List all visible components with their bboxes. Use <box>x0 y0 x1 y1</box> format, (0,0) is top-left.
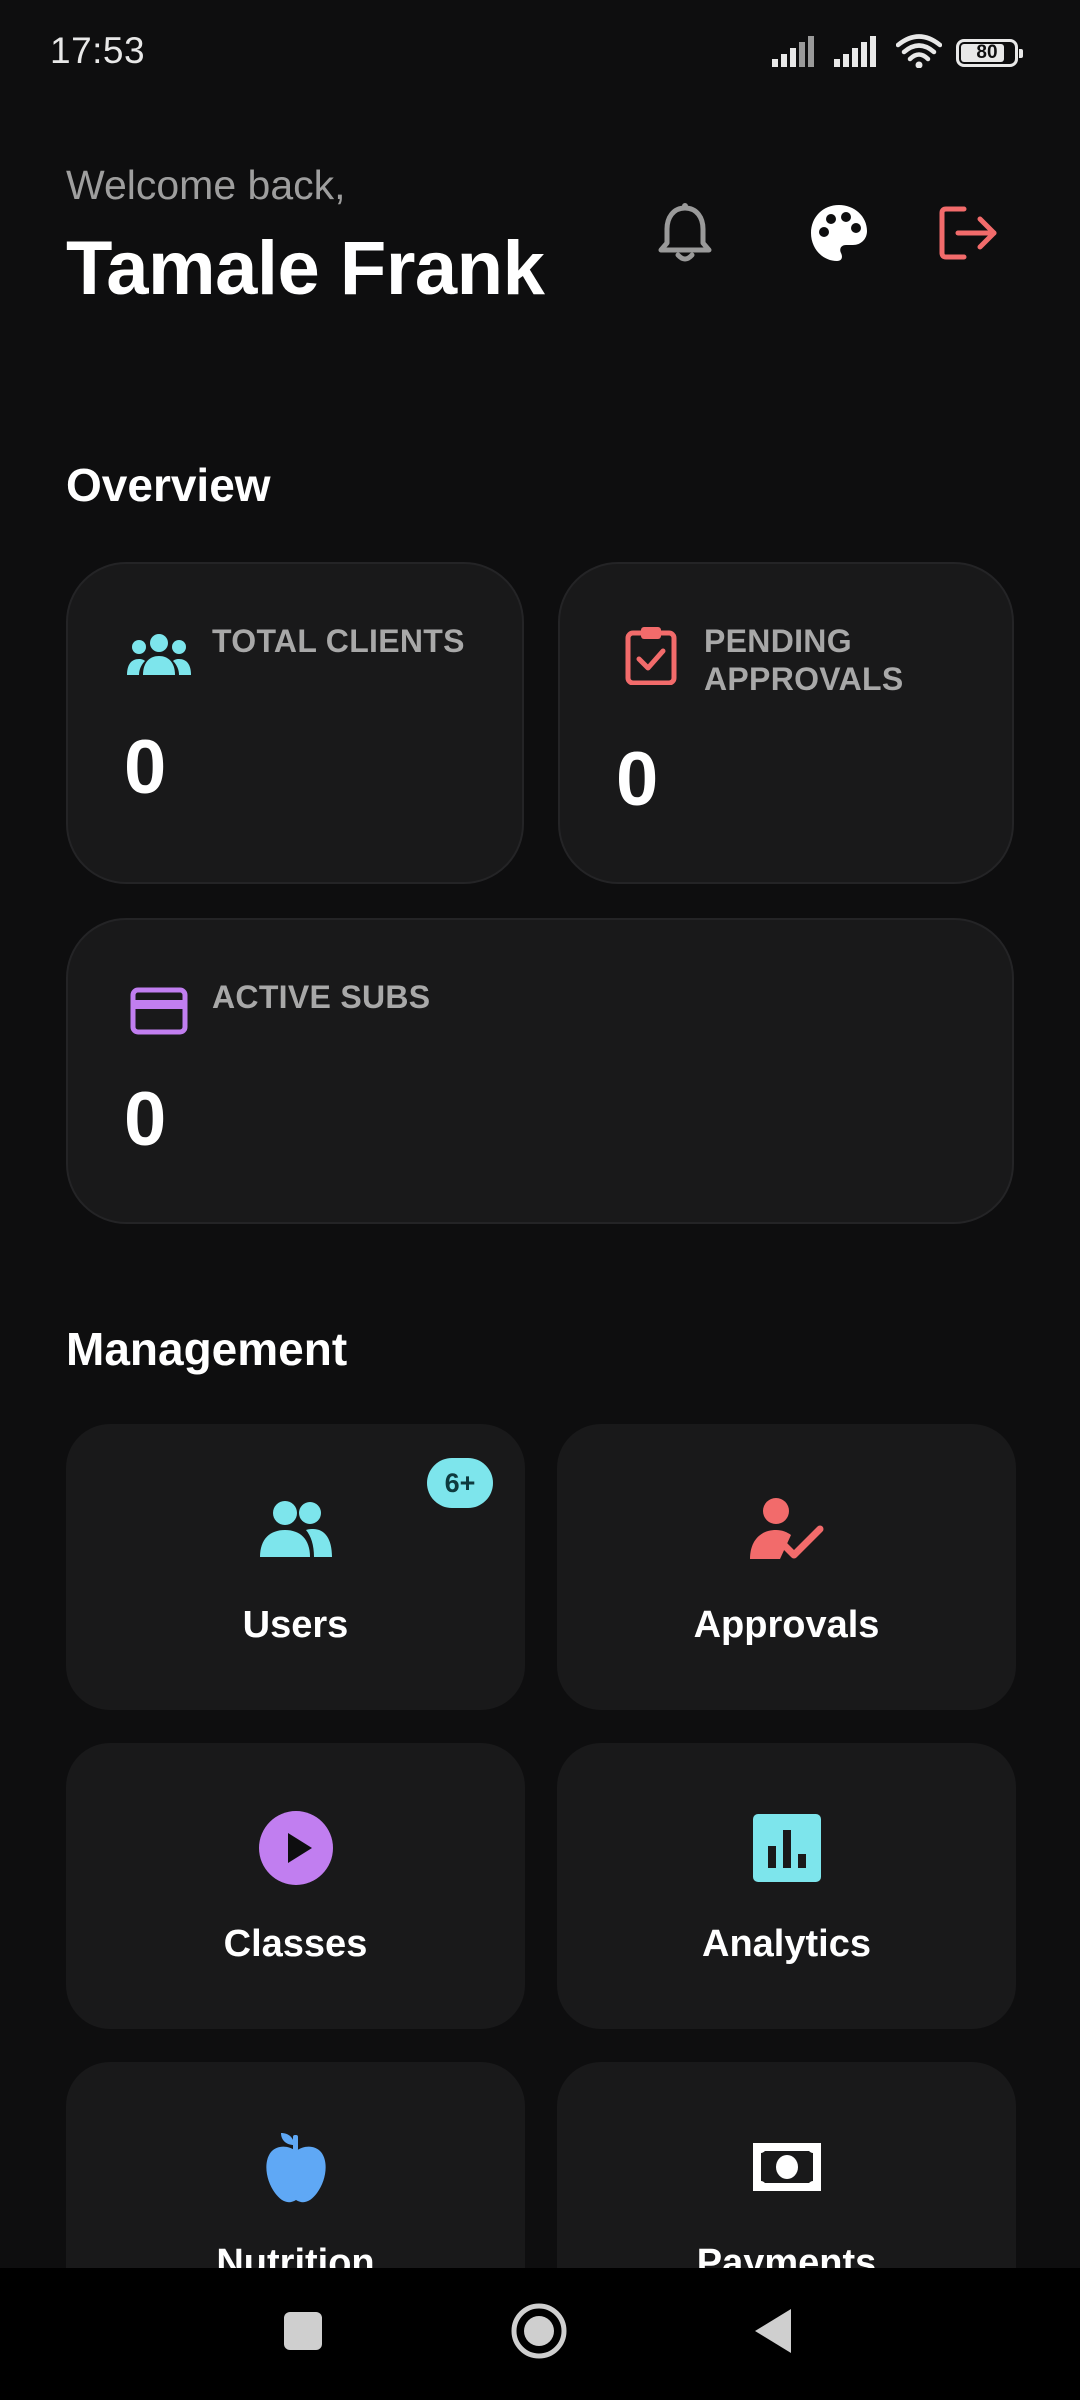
users-label: Users <box>242 1604 349 1646</box>
management-title: Management <box>66 1323 348 1375</box>
tile-analytics[interactable]: Analytics <box>557 1743 1016 2029</box>
users-icon <box>66 1484 525 1574</box>
battery-level: 80 <box>976 42 998 63</box>
total-clients-label: TOTAL CLIENTS <box>212 623 465 659</box>
classes-label: Classes <box>223 1923 368 1965</box>
stat-card-pending-approvals[interactable]: PENDING APPROVALS 0 <box>558 562 1014 884</box>
credit-card-icon <box>124 976 194 1046</box>
stat-card-active-subs[interactable]: ACTIVE SUBS 0 <box>66 918 1014 1224</box>
user-name: Tamale Frank <box>66 226 545 311</box>
user-check-icon <box>557 1484 1016 1574</box>
approvals-label: Approvals <box>693 1604 880 1646</box>
active-subs-value: 0 <box>124 1077 167 1162</box>
total-clients-value: 0 <box>124 725 167 810</box>
home-icon <box>510 2302 568 2365</box>
status-bar: 17:53 80 <box>0 0 1080 100</box>
stat-card-total-clients[interactable]: TOTAL CLIENTS 0 <box>66 562 524 884</box>
analytics-label: Analytics <box>702 1923 871 1965</box>
theme-button[interactable] <box>804 200 874 270</box>
overview-title: Overview <box>66 459 271 511</box>
system-nav-bar <box>0 2268 1080 2400</box>
pending-approvals-value: 0 <box>616 737 659 822</box>
apple-icon <box>66 2122 525 2212</box>
tile-users[interactable]: 6+ Users <box>66 1424 525 1710</box>
pending-approvals-label-line2: APPROVALS <box>704 661 904 697</box>
back-icon <box>751 2307 795 2360</box>
signal-icon <box>834 35 882 72</box>
bell-icon <box>655 201 715 270</box>
wifi-icon <box>895 33 943 73</box>
back-button[interactable] <box>728 2288 818 2378</box>
pending-approvals-label: PENDING APPROVALS <box>704 622 903 698</box>
status-time: 17:53 <box>50 30 146 71</box>
active-subs-label: ACTIVE SUBS <box>212 979 431 1015</box>
banknote-icon <box>557 2122 1016 2212</box>
battery-icon: 80 <box>956 39 1023 67</box>
play-circle-icon <box>66 1803 525 1893</box>
recents-button[interactable] <box>258 2288 348 2378</box>
signal-icon <box>772 35 820 72</box>
users-group-icon <box>124 620 194 690</box>
bar-chart-icon <box>557 1803 1016 1893</box>
clipboard-check-icon <box>616 620 686 690</box>
status-icons: 80 <box>772 33 1023 73</box>
tile-classes[interactable]: Classes <box>66 1743 525 2029</box>
logout-button[interactable] <box>934 200 1004 270</box>
notifications-button[interactable] <box>650 200 720 270</box>
tile-approvals[interactable]: Approvals <box>557 1424 1016 1710</box>
logout-icon <box>938 205 1000 266</box>
pending-approvals-label-line1: PENDING <box>704 623 852 659</box>
home-button[interactable] <box>494 2288 584 2378</box>
recents-icon <box>283 2311 323 2356</box>
welcome-text: Welcome back, <box>66 162 346 208</box>
palette-icon <box>808 202 870 269</box>
